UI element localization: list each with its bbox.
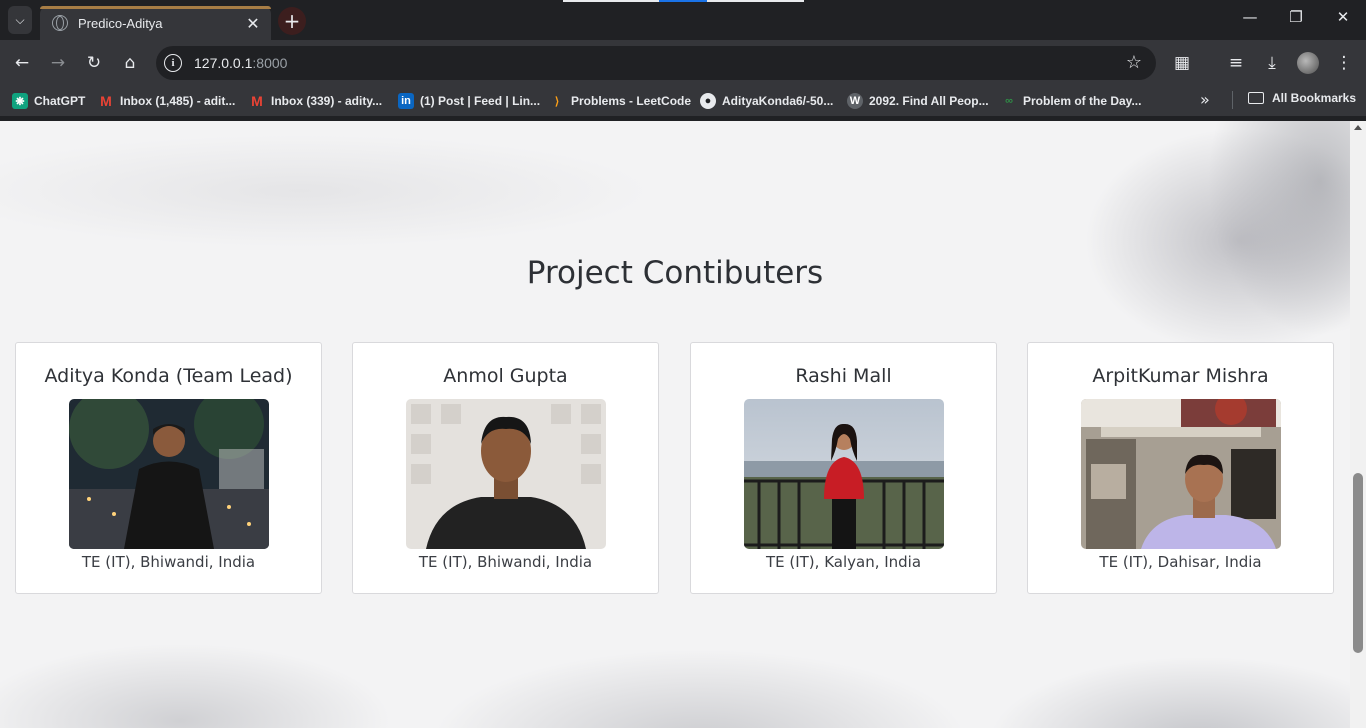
bookmark-label: (1) Post | Feed | Lin... bbox=[420, 94, 541, 108]
globe-icon bbox=[52, 15, 68, 31]
contributor-location: TE (IT), Bhiwandi, India bbox=[418, 553, 593, 571]
gmail-icon: M bbox=[251, 93, 263, 109]
bookmark-leetcode[interactable]: ⟩ Problems - LeetCode bbox=[549, 91, 691, 111]
contributor-name: Anmol Gupta bbox=[443, 365, 568, 387]
bookmark-label: Problems - LeetCode bbox=[571, 94, 692, 108]
window-strip-right bbox=[707, 0, 804, 2]
bookmark-label: 2092. Find All Peop... bbox=[869, 94, 989, 108]
tab-active[interactable]: Predico-Aditya ✕ bbox=[40, 6, 271, 40]
vertical-scrollbar[interactable] bbox=[1350, 121, 1366, 728]
folder-icon bbox=[1248, 92, 1264, 104]
contributor-name: ArpitKumar Mishra bbox=[1092, 365, 1269, 387]
tab-group-accent bbox=[40, 6, 271, 9]
menu-button[interactable]: ⋮ bbox=[1331, 50, 1357, 76]
forward-button[interactable]: → bbox=[45, 50, 71, 76]
url-host: 127.0.0.1 bbox=[194, 55, 253, 71]
bookmark-inbox-2[interactable]: M Inbox (339) - adity... bbox=[249, 91, 382, 111]
playlist-icon: ≡ bbox=[1228, 53, 1244, 73]
plus-icon: + bbox=[283, 9, 301, 33]
reload-button[interactable]: ↻ bbox=[81, 50, 107, 76]
tab-title: Predico-Aditya bbox=[78, 15, 163, 31]
bookmark-inbox-1[interactable]: M Inbox (1,485) - adit... bbox=[98, 91, 235, 111]
contributor-location: TE (IT), Dahisar, India bbox=[1099, 553, 1262, 571]
tab-strip: ⌵ Predico-Aditya ✕ + — ❐ ✕ bbox=[0, 0, 1366, 40]
window-strip-mid bbox=[659, 0, 707, 2]
bookmarks-divider bbox=[1232, 91, 1233, 109]
downloads-button[interactable]: ⤓ bbox=[1259, 50, 1285, 76]
bookmark-label: AdityaKonda6/-50... bbox=[722, 94, 834, 108]
close-icon[interactable]: ✕ bbox=[245, 14, 261, 33]
linkedin-icon: in bbox=[398, 93, 414, 109]
scrollbar-thumb[interactable] bbox=[1353, 473, 1363, 653]
bookmark-find-all-people[interactable]: W 2092. Find All Peop... bbox=[847, 91, 989, 111]
contributor-name: Aditya Konda (Team Lead) bbox=[44, 365, 293, 387]
home-button[interactable]: ⌂ bbox=[117, 50, 143, 76]
bookmark-gfg[interactable]: ∞ Problem of the Day... bbox=[1001, 91, 1141, 111]
media-control-button[interactable]: ≡ bbox=[1223, 50, 1249, 76]
contributor-name: Rashi Mall bbox=[795, 365, 892, 387]
github-icon: ● bbox=[700, 93, 716, 109]
gfg-icon: ∞ bbox=[1005, 95, 1013, 107]
bookmark-linkedin[interactable]: in (1) Post | Feed | Lin... bbox=[398, 91, 540, 111]
gmail-icon: M bbox=[100, 93, 112, 109]
window-close-button[interactable]: ✕ bbox=[1320, 8, 1366, 26]
leetcode-icon: ⟩ bbox=[554, 95, 560, 108]
scroll-up-arrow-icon[interactable] bbox=[1354, 125, 1362, 130]
bookmark-label: Inbox (339) - adity... bbox=[271, 94, 383, 108]
contributor-location: TE (IT), Kalyan, India bbox=[765, 553, 922, 571]
section-title: Project Contibuters bbox=[526, 255, 824, 291]
all-bookmarks-label: All Bookmarks bbox=[1272, 91, 1357, 105]
new-tab-button[interactable]: + bbox=[278, 7, 306, 35]
site-info-icon[interactable]: i bbox=[164, 54, 182, 72]
chevron-double-right-icon[interactable]: » bbox=[1200, 90, 1210, 109]
restore-button[interactable]: ❐ bbox=[1273, 8, 1319, 26]
chevron-down-icon: ⌵ bbox=[15, 12, 25, 27]
contributor-card: Rashi Mall TE (IT), Kalyan, India bbox=[690, 342, 997, 594]
contributor-photo bbox=[744, 399, 944, 549]
contributor-photo bbox=[406, 399, 606, 549]
browser-toolbar: ← → ↻ ⌂ i 127.0.0.1:8000 ☆ ▦ ≡ ⤓ ⋮ bbox=[0, 40, 1366, 85]
bookmark-label: Problem of the Day... bbox=[1023, 94, 1142, 108]
chatgpt-icon: ❋ bbox=[12, 93, 28, 109]
address-bar[interactable]: i 127.0.0.1:8000 ☆ bbox=[156, 46, 1156, 80]
bookmark-label: Inbox (1,485) - adit... bbox=[120, 94, 236, 108]
bookmark-github[interactable]: ● AdityaKonda6/-50... bbox=[700, 91, 833, 111]
url-port: :8000 bbox=[252, 55, 288, 71]
kebab-menu-icon: ⋮ bbox=[1335, 53, 1353, 73]
contributor-card: Anmol Gupta TE (IT), Bhiwandi, India bbox=[352, 342, 659, 594]
page-viewport: Project Contibuters Aditya Konda (Team L… bbox=[0, 121, 1366, 728]
contributor-photo bbox=[1081, 399, 1281, 549]
contributor-location: TE (IT), Bhiwandi, India bbox=[81, 553, 256, 571]
w-icon: W bbox=[847, 93, 863, 109]
tab-search-button[interactable]: ⌵ bbox=[8, 6, 32, 34]
bookmark-chatgpt[interactable]: ❋ ChatGPT bbox=[12, 91, 85, 111]
profile-avatar[interactable] bbox=[1297, 52, 1319, 74]
extensions-button[interactable]: ▦ bbox=[1169, 50, 1195, 76]
window-strip-left bbox=[563, 0, 659, 2]
bookmarks-bar: ❋ ChatGPT M Inbox (1,485) - adit... M In… bbox=[0, 85, 1366, 116]
minimize-button[interactable]: — bbox=[1227, 8, 1273, 26]
bookmark-label: ChatGPT bbox=[34, 94, 86, 108]
download-icon: ⤓ bbox=[1268, 53, 1276, 73]
contributor-card: Aditya Konda (Team Lead) TE (IT), Bhiwan… bbox=[15, 342, 322, 594]
contributor-card: ArpitKumar Mishra TE (IT), Dahisar, Indi… bbox=[1027, 342, 1334, 594]
puzzle-icon: ▦ bbox=[1173, 53, 1191, 73]
all-bookmarks-button[interactable]: All Bookmarks bbox=[1248, 91, 1356, 105]
back-button[interactable]: ← bbox=[9, 50, 35, 76]
contributor-photo bbox=[69, 399, 269, 549]
bookmark-star-icon[interactable]: ☆ bbox=[1126, 52, 1142, 73]
